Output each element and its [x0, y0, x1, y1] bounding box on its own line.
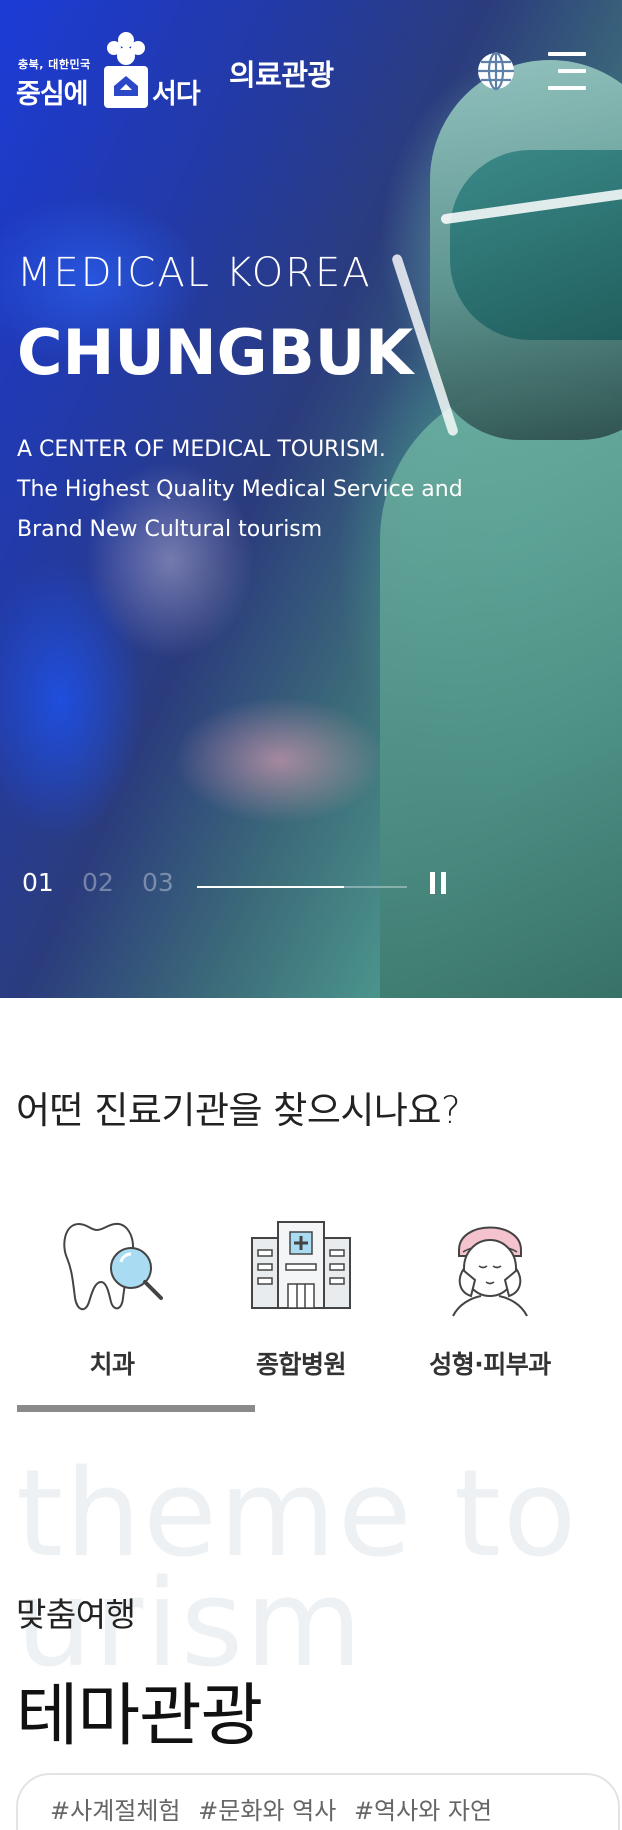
tag-culture-history[interactable]: #문화와 역사 [198, 1797, 336, 1825]
slide-indicator-2[interactable]: 02 [82, 868, 114, 897]
hero-banner: 충북, 대한민국 중심에 서다 의료관광 MEDICAL KOREA CHUNG… [0, 0, 622, 998]
tag-history-nature[interactable]: #역사와 자연 [354, 1797, 492, 1825]
theme-subtitle: 맞춤여행 [16, 1595, 136, 1634]
theme-title: 테마관광 [16, 1677, 263, 1756]
site-logo[interactable]: 충북, 대한민국 중심에 서다 [16, 30, 210, 110]
category-general-hospital[interactable]: 종합병원 [206, 1210, 396, 1380]
slide-progress-bar [197, 886, 407, 888]
pause-icon [430, 872, 435, 894]
clinic-search-heading: 어떤 진료기관을 찾으시나요? [16, 1089, 461, 1132]
theme-background-text: theme tourism [16, 1445, 579, 1694]
tag-list: #사계절체험 #문화와 역사 #역사와 자연 [50, 1791, 502, 1826]
clinic-category-list: 치과 종합병원 성형·피부과 [0, 1210, 622, 1390]
theme-tag-box: #사계절체험 #문화와 역사 #역사와 자연 [16, 1773, 620, 1830]
hero-subtitle: MEDICAL KOREA [17, 250, 372, 296]
category-plastic-dermatology[interactable]: 성형·피부과 [395, 1210, 585, 1380]
hero-title: CHUNGBUK [17, 316, 414, 389]
globe-icon [478, 51, 514, 91]
category-dental[interactable]: 치과 [17, 1210, 207, 1380]
pause-icon-bar [441, 872, 446, 894]
header-title: 의료관광 [229, 58, 334, 92]
hamburger-menu-icon-mid [558, 69, 586, 73]
hospital-icon [251, 1221, 351, 1309]
face-care-icon [452, 1226, 528, 1317]
slide-indicator-3[interactable]: 03 [142, 868, 174, 897]
menu-button[interactable] [548, 50, 590, 92]
category-active-indicator [17, 1405, 255, 1412]
language-button[interactable] [475, 50, 517, 92]
category-label: 치과 [89, 1350, 135, 1379]
slider-controls: 01 02 03 [0, 868, 622, 908]
category-label: 종합병원 [255, 1350, 347, 1379]
hamburger-menu-icon-bottom [548, 86, 586, 90]
hero-desc-line: Brand New Cultural tourism [17, 517, 323, 542]
hero-surgical-mask [450, 150, 622, 340]
hero-description: A CENTER OF MEDICAL TOURISM. The Highest… [17, 430, 463, 550]
logo-small-text: 충북, 대한민국 [18, 58, 91, 71]
hero-desc-line: A CENTER OF MEDICAL TOURISM. [17, 437, 386, 462]
category-label: 성형·피부과 [429, 1350, 551, 1379]
logo-text-right: 서다 [152, 79, 201, 110]
pause-button[interactable] [428, 872, 450, 898]
hero-desc-line: The Highest Quality Medical Service and [17, 477, 463, 502]
logo-text-left: 중심에 [16, 79, 89, 110]
logo-emblem-icon [104, 32, 148, 108]
hamburger-menu-icon [548, 52, 586, 56]
slide-indicator-1[interactable]: 01 [22, 868, 54, 897]
tooth-icon [63, 1222, 163, 1311]
slide-progress-fill [197, 886, 344, 888]
tag-four-seasons[interactable]: #사계절체험 [50, 1797, 181, 1825]
site-header: 충북, 대한민국 중심에 서다 의료관광 [0, 0, 622, 140]
